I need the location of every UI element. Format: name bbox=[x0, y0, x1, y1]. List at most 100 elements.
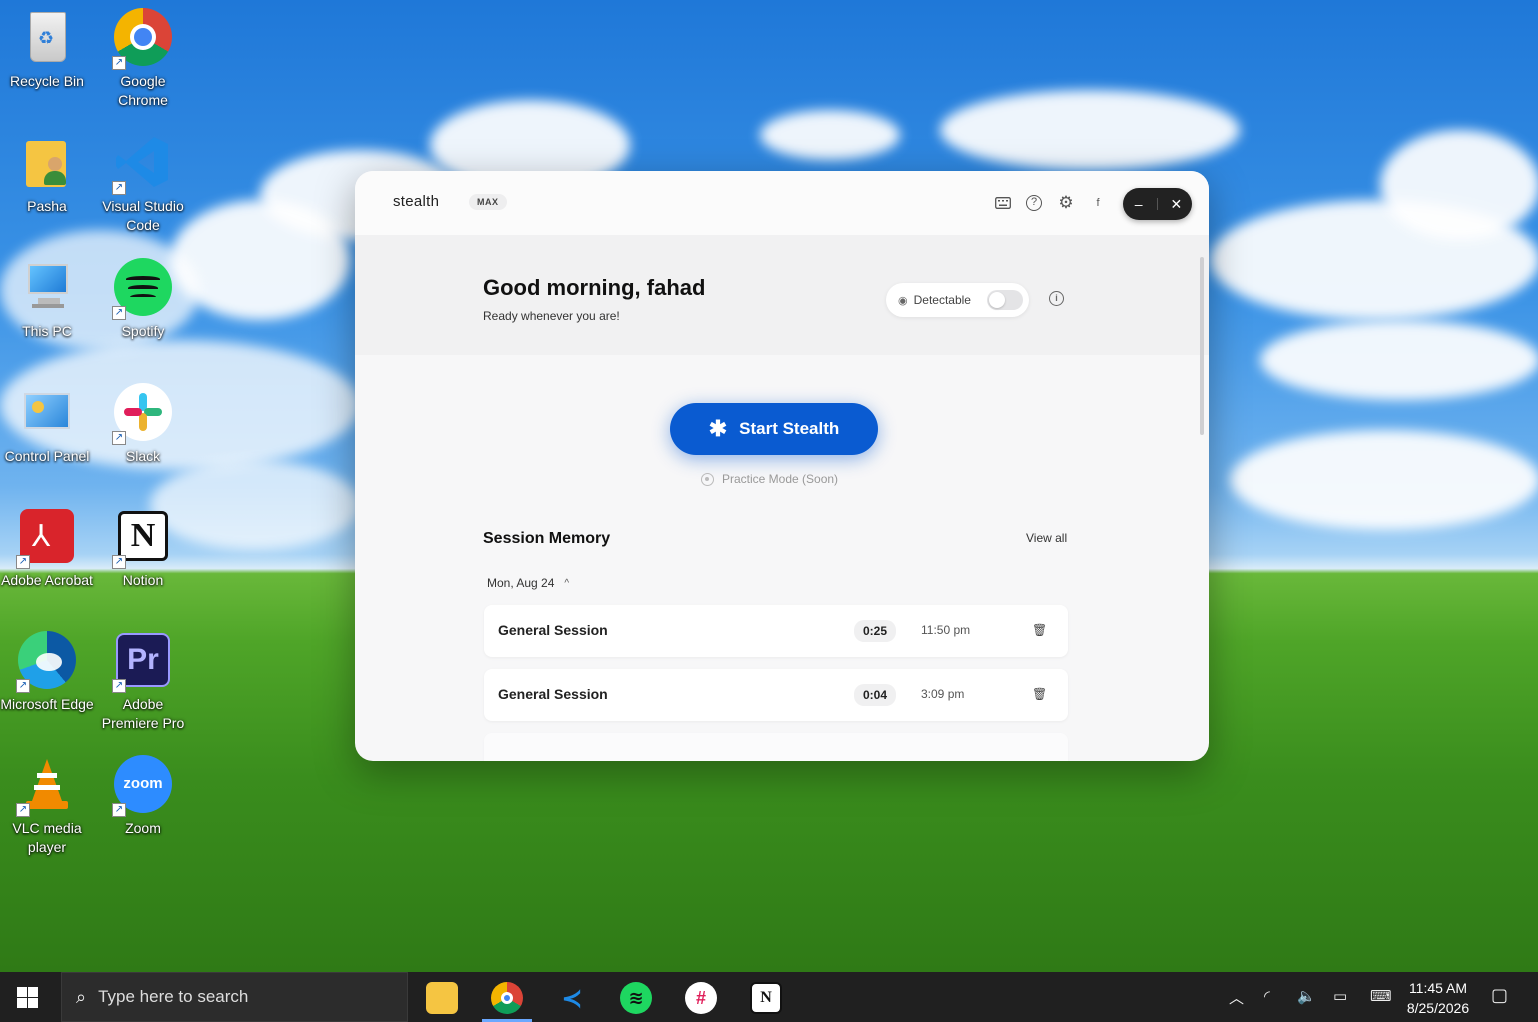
trash-icon[interactable]: 🗑 bbox=[1032, 687, 1047, 701]
info-icon[interactable]: i bbox=[1049, 291, 1064, 306]
zoom-icon: zoom ↗ bbox=[112, 755, 172, 817]
vlc-icon: ↗ bbox=[16, 755, 76, 817]
notion-icon[interactable]: N bbox=[750, 982, 782, 1014]
desktop-icon-adobe-acrobat[interactable]: ⅄ ↗ Adobe Acrobat bbox=[0, 507, 95, 590]
start-stealth-button[interactable]: ✱ Start Stealth bbox=[670, 403, 878, 455]
computer-icon bbox=[18, 258, 76, 316]
desktop-icon-label: Pasha bbox=[27, 198, 67, 214]
greeting-subtitle: Ready whenever you are! bbox=[483, 309, 620, 323]
view-all-link[interactable]: View all bbox=[1026, 531, 1067, 545]
session-row[interactable]: General Session 0:25 11:50 pm 🗑 bbox=[484, 605, 1068, 657]
spotify-icon: ↗ bbox=[112, 258, 172, 320]
app-top-bar: stealth MAX ? ⚙ f – ✕ bbox=[355, 171, 1209, 235]
desktop-icon-label: Notion bbox=[122, 572, 164, 588]
practice-mode-label: Practice Mode (Soon) bbox=[722, 472, 839, 486]
user-folder-icon bbox=[18, 133, 76, 191]
desktop-icon-label: Visual Studio Code bbox=[102, 198, 184, 233]
stealth-app-window: stealth MAX ? ⚙ f – ✕ Good morning, faha… bbox=[355, 171, 1209, 761]
desktop-icon-label: This PC bbox=[22, 323, 72, 339]
session-time: 11:50 pm bbox=[921, 623, 971, 637]
session-row-partial[interactable] bbox=[484, 733, 1068, 761]
desktop-icon-zoom[interactable]: zoom ↗ Zoom bbox=[95, 755, 191, 838]
start-stealth-label: Start Stealth bbox=[739, 419, 840, 438]
clock-date: 8/25/2026 bbox=[1406, 1000, 1470, 1016]
slack-icon: ↗ bbox=[112, 383, 172, 445]
plan-badge: MAX bbox=[469, 194, 507, 210]
keyboard-icon[interactable] bbox=[993, 193, 1013, 213]
notifications-icon[interactable]: ▢ bbox=[1491, 985, 1508, 1006]
desktop-icon-label: Spotify bbox=[121, 323, 165, 339]
acrobat-icon: ⅄ ↗ bbox=[16, 507, 76, 569]
greeting-title: Good morning, fahad bbox=[483, 275, 706, 300]
chrome-icon: ↗ bbox=[112, 8, 172, 70]
session-time: 3:09 pm bbox=[921, 687, 965, 701]
desktop-icon-label: Slack bbox=[125, 448, 161, 464]
detectable-label: Detectable bbox=[913, 293, 971, 307]
wifi-icon[interactable]: ◜ bbox=[1264, 987, 1270, 1005]
chrome-icon[interactable] bbox=[491, 982, 523, 1014]
chevron-up-icon[interactable]: ︿ bbox=[1229, 987, 1244, 1008]
settings-gear-icon[interactable]: ⚙ bbox=[1056, 193, 1076, 213]
scrollbar-thumb[interactable] bbox=[1200, 257, 1204, 435]
desktop-icon-notion[interactable]: N ↗ Notion bbox=[95, 507, 191, 590]
desktop-icon-label: Recycle Bin bbox=[10, 73, 84, 89]
date-group-header[interactable]: Mon, Aug 24 ^ bbox=[487, 576, 569, 590]
control-panel-icon bbox=[18, 383, 76, 441]
desktop-icon-adobe-premiere-pro[interactable]: Pr ↗ Adobe Premiere Pro bbox=[95, 631, 191, 733]
premiere-icon: Pr ↗ bbox=[112, 631, 172, 693]
windows-start-button[interactable] bbox=[17, 987, 39, 1009]
battery-icon[interactable]: ▭ bbox=[1333, 987, 1347, 1005]
volume-icon[interactable]: 🔈 bbox=[1297, 987, 1316, 1005]
desktop-icon-visual-studio-code[interactable]: ↗ Visual Studio Code bbox=[95, 133, 191, 235]
taskbar: ⌕ Type here to search ≺ ≋ # N ︿ ◜ 🔈 ▭ ⌨ … bbox=[0, 972, 1538, 1022]
edge-icon: ↗ bbox=[16, 631, 76, 693]
desktop-icon-label: Zoom bbox=[125, 820, 161, 836]
desktop-icon-slack[interactable]: ↗ Slack bbox=[95, 383, 191, 466]
vscode-icon: ↗ bbox=[112, 133, 172, 195]
desktop: ♻ Recycle Bin ↗ Google Chrome Pasha ↗ Vi… bbox=[0, 0, 1538, 972]
search-placeholder: Type here to search bbox=[98, 987, 249, 1006]
avatar[interactable]: f bbox=[1088, 193, 1108, 213]
desktop-icon-pasha[interactable]: Pasha bbox=[0, 133, 95, 216]
vscode-icon[interactable]: ≺ bbox=[556, 982, 588, 1014]
spotify-icon[interactable]: ≋ bbox=[620, 982, 652, 1014]
slack-icon[interactable]: # bbox=[685, 982, 717, 1014]
file-explorer-icon[interactable] bbox=[426, 982, 458, 1014]
help-icon[interactable]: ? bbox=[1024, 193, 1044, 213]
clock[interactable]: 11:45 AM 8/25/2026 bbox=[1402, 978, 1474, 1018]
detectable-toggle-pill[interactable]: ◉ Detectable bbox=[886, 283, 1029, 317]
desktop-icon-vlc[interactable]: ↗ VLC media player bbox=[0, 755, 95, 857]
recycle-bin-icon: ♻ bbox=[18, 8, 76, 66]
eye-icon: ◉ bbox=[898, 294, 908, 307]
practice-mode: Practice Mode (Soon) bbox=[701, 472, 838, 486]
minimize-button[interactable]: – bbox=[1126, 196, 1152, 212]
app-brand: stealth bbox=[393, 193, 440, 210]
session-duration: 0:25 bbox=[854, 620, 897, 642]
trash-icon[interactable]: 🗑 bbox=[1032, 623, 1047, 637]
session-memory-title: Session Memory bbox=[483, 530, 611, 547]
desktop-icon-recycle-bin[interactable]: ♻ Recycle Bin bbox=[0, 8, 95, 91]
taskbar-search[interactable]: ⌕ Type here to search bbox=[61, 972, 408, 1022]
desktop-icon-label: VLC media player bbox=[12, 820, 82, 855]
window-controls: – ✕ bbox=[1123, 188, 1192, 220]
detectable-toggle[interactable] bbox=[987, 290, 1023, 310]
session-name: General Session bbox=[498, 686, 608, 702]
session-row[interactable]: General Session 0:04 3:09 pm 🗑 bbox=[484, 669, 1068, 721]
practice-mode-radio-icon bbox=[701, 472, 714, 486]
session-duration: 0:04 bbox=[854, 684, 897, 706]
desktop-icon-label: Adobe Acrobat bbox=[1, 572, 93, 588]
asterisk-icon: ✱ bbox=[708, 416, 728, 441]
session-name: General Session bbox=[498, 622, 608, 638]
desktop-icon-spotify[interactable]: ↗ Spotify bbox=[95, 258, 191, 341]
greeting-section: Good morning, fahad Ready whenever you a… bbox=[355, 235, 1209, 355]
desktop-icon-label: Control Panel bbox=[4, 448, 90, 464]
clock-time: 11:45 AM bbox=[1408, 980, 1468, 996]
desktop-icon-control-panel[interactable]: Control Panel bbox=[0, 383, 95, 466]
chevron-up-icon: ^ bbox=[564, 577, 570, 589]
close-button[interactable]: ✕ bbox=[1163, 196, 1189, 213]
desktop-icon-google-chrome[interactable]: ↗ Google Chrome bbox=[95, 8, 191, 110]
desktop-icon-this-pc[interactable]: This PC bbox=[0, 258, 95, 341]
keyboard-input-icon[interactable]: ⌨ bbox=[1370, 987, 1392, 1005]
notion-icon: N ↗ bbox=[112, 507, 172, 569]
desktop-icon-microsoft-edge[interactable]: ↗ Microsoft Edge bbox=[0, 631, 95, 714]
